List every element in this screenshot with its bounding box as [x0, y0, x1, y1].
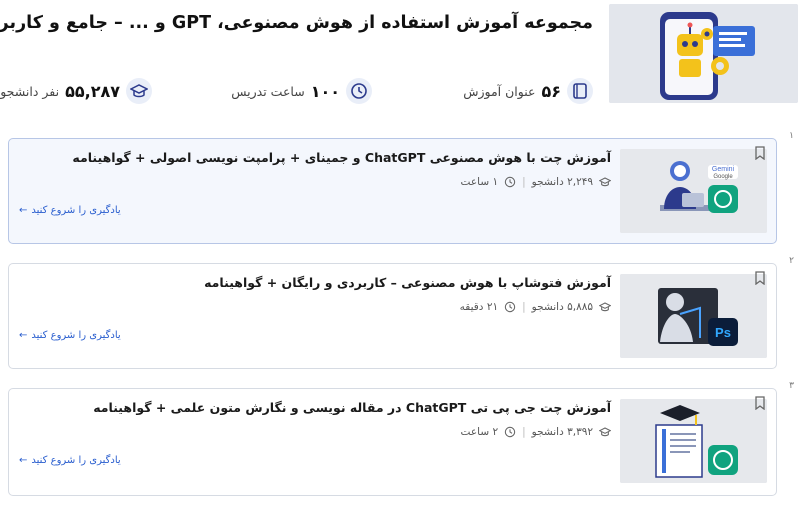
arrow-left-icon: ←: [19, 205, 28, 216]
course-index: ۱: [789, 131, 794, 141]
course-card[interactable]: Ps آموزش فتوشاپ با هوش مصنوعی – کاربردی …: [8, 263, 777, 369]
course-meta: ۲,۲۴۹ دانشجو | ۱ ساعت: [461, 176, 611, 188]
course-meta: ۳,۳۹۲ دانشجو | ۲ ساعت: [461, 426, 611, 438]
separator: |: [522, 176, 526, 188]
course-index: ۲: [789, 256, 794, 266]
course-duration: ۱ ساعت: [460, 176, 499, 188]
graduation-cap-icon: [599, 427, 611, 437]
courses-count: ۵۶: [541, 81, 561, 101]
start-learning-label: یادگیری را شروع کنید: [31, 205, 121, 216]
course-duration: ۲۱ دقیقه: [459, 301, 499, 313]
bookmark-icon[interactable]: [753, 395, 767, 411]
clock-icon: [504, 176, 516, 188]
course-title[interactable]: آموزش چت با هوش مصنوعی ChatGPT و جمینای …: [72, 150, 611, 165]
hours-label: ساعت تدریس: [231, 83, 305, 99]
start-learning-link[interactable]: یادگیری را شروع کنید ←: [19, 205, 121, 216]
course-index: ۳: [789, 381, 794, 391]
course-title[interactable]: آموزش چت جی پی تی ChatGPT در مقاله نویسی…: [93, 400, 611, 415]
clock-icon: [346, 78, 372, 104]
course-thumbnail: [620, 399, 767, 483]
clock-icon: [504, 426, 516, 438]
stat-courses: ۵۶ عنوان آموزش: [463, 76, 593, 106]
course-meta: ۵,۸۸۵ دانشجو | ۲۱ دقیقه: [460, 301, 611, 313]
collection-thumbnail: [609, 4, 798, 103]
course-card[interactable]: Gemini Google آموزش چت با هوش مصنوعی Cha…: [8, 138, 777, 244]
course-students: ۲,۲۴۹ دانشجو: [531, 176, 593, 188]
start-learning-label: یادگیری را شروع کنید: [31, 330, 121, 341]
graduation-cap-icon: [599, 302, 611, 312]
start-learning-link[interactable]: یادگیری را شروع کنید ←: [19, 455, 121, 466]
stat-hours: ۱۰۰ ساعت تدریس: [231, 76, 372, 106]
courses-label: عنوان آموزش: [463, 83, 536, 99]
clock-icon: [504, 301, 516, 313]
arrow-left-icon: ←: [19, 455, 28, 466]
bookmark-icon[interactable]: [753, 145, 767, 161]
graduation-cap-icon: [599, 177, 611, 187]
separator: |: [522, 426, 526, 438]
arrow-left-icon: ←: [19, 330, 28, 341]
course-title[interactable]: آموزش فتوشاپ با هوش مصنوعی – کاربردی و ر…: [204, 275, 611, 290]
hours-count: ۱۰۰: [310, 81, 340, 101]
students-count: ۵۵,۲۸۷: [65, 81, 120, 101]
start-learning-link[interactable]: یادگیری را شروع کنید ←: [19, 330, 121, 341]
course-duration: ۲ ساعت: [460, 426, 499, 438]
start-learning-label: یادگیری را شروع کنید: [31, 455, 121, 466]
photoshop-label: Ps: [715, 325, 731, 340]
google-label: Google: [713, 174, 733, 180]
page-title: مجموعه آموزش استفاده از هوش مصنوعی، GPT …: [0, 13, 593, 33]
course-card[interactable]: آموزش چت جی پی تی ChatGPT در مقاله نویسی…: [8, 388, 777, 496]
stat-students: ۵۵,۲۸۷ نفر دانشجو: [0, 76, 152, 106]
students-label: نفر دانشجو: [0, 83, 60, 99]
course-thumbnail: Ps: [620, 274, 767, 358]
gemini-label: Gemini: [712, 166, 735, 173]
course-students: ۵,۸۸۵ دانشجو: [531, 301, 593, 313]
graduation-cap-icon: [126, 78, 152, 104]
course-students: ۳,۳۹۲ دانشجو: [531, 426, 593, 438]
bookmark-icon[interactable]: [753, 270, 767, 286]
course-thumbnail: Gemini Google: [620, 149, 767, 233]
book-icon: [567, 78, 593, 104]
separator: |: [522, 301, 526, 313]
